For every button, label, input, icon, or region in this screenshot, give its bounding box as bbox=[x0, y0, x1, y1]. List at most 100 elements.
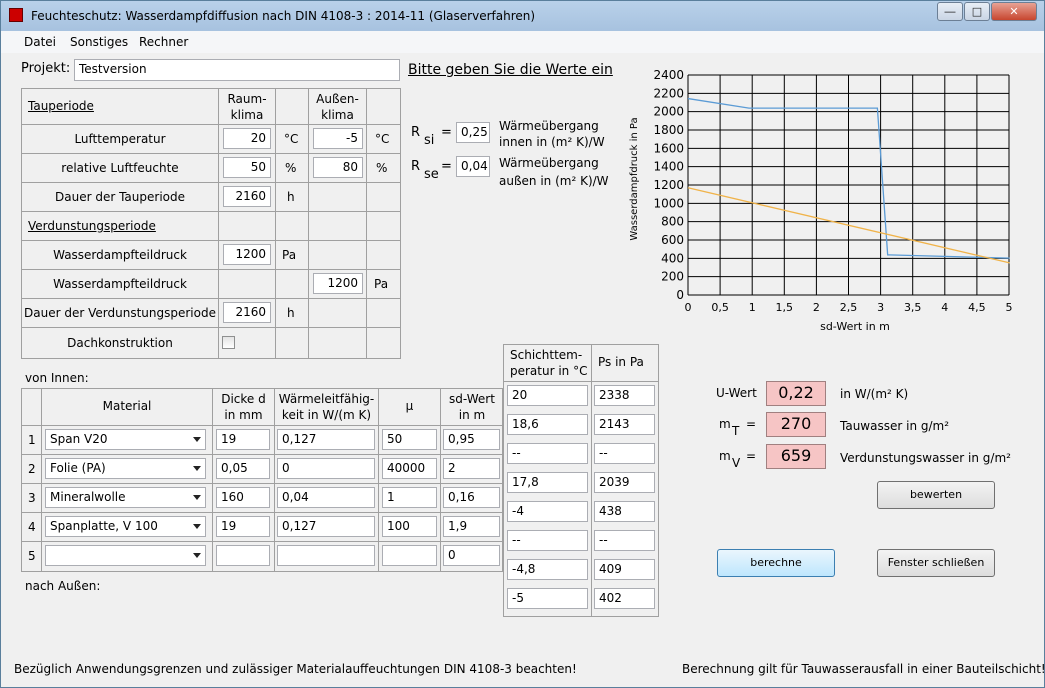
mu-input[interactable]: 50 bbox=[382, 429, 437, 450]
rsi-desc-line2: innen in (m² K)/W bbox=[499, 135, 605, 149]
von-innen-label: von Innen: bbox=[25, 371, 89, 385]
teildruck-innen-input[interactable]: 1200 bbox=[223, 244, 271, 265]
material-select[interactable]: Mineralwolle bbox=[45, 487, 206, 508]
y-tick-label: 400 bbox=[661, 251, 684, 265]
klima-grid-line bbox=[275, 88, 276, 359]
schichttemperatur-output: -4 bbox=[507, 501, 588, 522]
lambda-input[interactable] bbox=[277, 545, 375, 566]
dauer-verdunstung-input[interactable]: 2160 bbox=[223, 302, 271, 323]
material-select[interactable] bbox=[45, 545, 206, 566]
lambda-input[interactable]: 0 bbox=[277, 458, 375, 479]
teildruck-aussen-input[interactable]: 1200 bbox=[313, 273, 363, 294]
input-hint: Bitte geben Sie die Werte ein bbox=[408, 62, 613, 78]
dicke-input[interactable] bbox=[216, 545, 270, 566]
schichttemperatur-output: 20 bbox=[507, 385, 588, 406]
ps-header: Ps in Pa bbox=[598, 355, 644, 369]
ps-output: 2039 bbox=[594, 472, 655, 493]
menu-sonstiges[interactable]: Sonstiges bbox=[70, 35, 128, 49]
dicke-input[interactable]: 0,05 bbox=[216, 458, 270, 479]
x-tick-label: 2,5 bbox=[840, 301, 858, 314]
rsi-desc-line1: Wärmeübergang bbox=[499, 119, 599, 133]
dauer-tauperiode-input[interactable]: 2160 bbox=[223, 186, 271, 207]
maximize-button[interactable]: □ bbox=[964, 2, 990, 21]
dachkonstruktion-label: Dachkonstruktion bbox=[67, 336, 173, 350]
material-select[interactable]: Span V20 bbox=[45, 429, 206, 450]
minimize-button[interactable]: ― bbox=[937, 2, 963, 21]
y-tick-label: 1400 bbox=[653, 160, 684, 174]
projekt-input[interactable]: Testversion bbox=[74, 59, 400, 81]
lufttemperatur-label: Lufttemperatur bbox=[74, 132, 166, 146]
app-icon bbox=[9, 8, 23, 22]
x-tick-label: 3 bbox=[877, 301, 884, 314]
mu-input[interactable]: 40000 bbox=[382, 458, 437, 479]
dicke-input[interactable]: 160 bbox=[216, 487, 270, 508]
lambda-input[interactable]: 0,127 bbox=[277, 429, 375, 450]
close-button[interactable]: ✕ bbox=[991, 2, 1037, 21]
klima-grid-line bbox=[21, 327, 401, 328]
material-value: Mineralwolle bbox=[50, 490, 126, 504]
chevron-down-icon[interactable] bbox=[193, 495, 201, 500]
lambda-input[interactable]: 0,127 bbox=[277, 516, 375, 537]
chevron-down-icon[interactable] bbox=[193, 466, 201, 471]
mu-input[interactable]: 1 bbox=[382, 487, 437, 508]
raum-luftfeuchte-input[interactable]: 50 bbox=[223, 157, 271, 178]
x-tick-label: 0,5 bbox=[711, 301, 729, 314]
menu-datei[interactable]: Datei bbox=[24, 35, 56, 49]
chart-x-label: sd-Wert in m bbox=[820, 320, 890, 333]
klima-grid-line bbox=[308, 88, 309, 359]
mu-input[interactable] bbox=[382, 545, 437, 566]
bewerten-button[interactable]: bewerten bbox=[877, 481, 995, 509]
ps-output: 438 bbox=[594, 501, 655, 522]
y-tick-label: 1800 bbox=[653, 123, 684, 137]
projekt-label: Projekt: bbox=[21, 61, 71, 76]
mv-subscript: V bbox=[732, 456, 741, 470]
chevron-down-icon[interactable] bbox=[193, 553, 201, 558]
y-tick-label: 2200 bbox=[653, 86, 684, 100]
rsi-input[interactable]: 0,25 bbox=[456, 122, 490, 143]
material-select[interactable]: Folie (PA) bbox=[45, 458, 206, 479]
mu-input[interactable]: 100 bbox=[382, 516, 437, 537]
unit-hours: h bbox=[287, 190, 295, 204]
material-header: Material bbox=[102, 399, 152, 413]
berechne-button[interactable]: berechne bbox=[717, 549, 835, 577]
mt-equals: = bbox=[746, 417, 757, 431]
layer-number: 2 bbox=[28, 462, 36, 476]
sd-output: 0,95 bbox=[443, 429, 500, 450]
y-tick-label: 1000 bbox=[653, 196, 684, 210]
sd-output: 1,9 bbox=[443, 516, 500, 537]
layer-grid-line bbox=[41, 388, 42, 572]
mt-subscript: T bbox=[732, 424, 740, 438]
chevron-down-icon[interactable] bbox=[193, 524, 201, 529]
material-select[interactable]: Spanplatte, V 100 bbox=[45, 516, 206, 537]
lambda-input[interactable]: 0,04 bbox=[277, 487, 375, 508]
layer-number: 4 bbox=[28, 520, 36, 534]
unit-pascal: Pa bbox=[282, 248, 297, 262]
material-value: Folie (PA) bbox=[50, 461, 106, 475]
aussen-luftfeuchte-input[interactable]: 80 bbox=[313, 157, 363, 178]
aussen-temperatur-input[interactable]: -5 bbox=[313, 128, 363, 149]
dicke-input[interactable]: 19 bbox=[216, 516, 270, 537]
menu-rechner[interactable]: Rechner bbox=[139, 35, 188, 49]
chevron-down-icon[interactable] bbox=[193, 437, 201, 442]
dachkonstruktion-checkbox[interactable] bbox=[222, 336, 235, 349]
x-tick-label: 2 bbox=[813, 301, 820, 314]
material-value: Span V20 bbox=[50, 432, 108, 446]
rse-input[interactable]: 0,04 bbox=[456, 156, 490, 177]
rse-desc-line2: außen in (m² K)/W bbox=[499, 174, 609, 188]
footer-note-left: Bezüglich Anwendungsgrenzen und zulässig… bbox=[14, 662, 577, 676]
raum-temperatur-input[interactable]: 20 bbox=[223, 128, 271, 149]
y-tick-label: 800 bbox=[661, 215, 684, 229]
rse-desc-line1: Wärmeübergang bbox=[499, 156, 599, 170]
nach-aussen-label: nach Außen: bbox=[25, 579, 101, 593]
y-tick-label: 0 bbox=[676, 288, 684, 302]
schichttemperatur-output: 17,8 bbox=[507, 472, 588, 493]
mu-header: µ bbox=[405, 399, 414, 413]
fenster-schliessen-button[interactable]: Fenster schließen bbox=[877, 549, 995, 577]
x-tick-label: 1 bbox=[749, 301, 756, 314]
rsi-label: R bbox=[411, 125, 421, 140]
schichttemperatur-output: -5 bbox=[507, 588, 588, 609]
schichttemperatur-output: -4,8 bbox=[507, 559, 588, 580]
rsi-subscript: si bbox=[424, 133, 435, 148]
verdunstung-unit: Verdunstungswasser in g/m² bbox=[840, 451, 1011, 465]
dicke-input[interactable]: 19 bbox=[216, 429, 270, 450]
